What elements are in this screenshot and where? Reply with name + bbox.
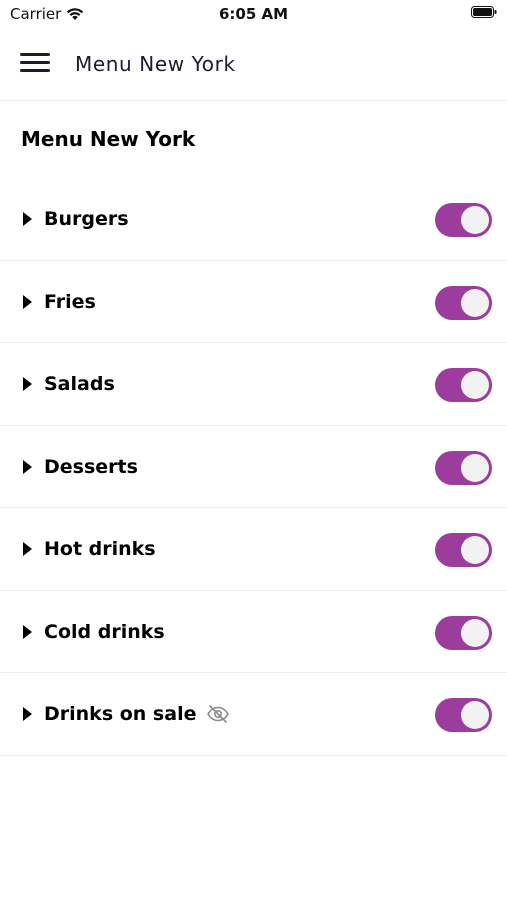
status-time: 6:05 AM	[218, 5, 289, 23]
eye-slash-icon	[207, 705, 230, 723]
caret-right-icon	[23, 542, 32, 556]
category-label: Burgers	[44, 208, 129, 230]
category-toggle[interactable]	[435, 203, 492, 237]
category-label: Salads	[44, 373, 115, 395]
hamburger-line-icon	[20, 69, 50, 72]
toggle-knob	[461, 453, 489, 482]
page-title: Menu New York	[21, 127, 196, 151]
caret-right-icon	[23, 377, 32, 391]
category-label: Hot drinks	[44, 538, 156, 560]
category-expander[interactable]: Desserts	[23, 426, 138, 508]
app-header: Menu New York	[0, 28, 507, 101]
caret-right-icon	[23, 707, 32, 721]
category-list: Burgers Fries Salads Desserts Hot drinks…	[0, 178, 507, 756]
category-row-desserts: Desserts	[0, 426, 507, 508]
hamburger-line-icon	[20, 53, 50, 56]
category-expander[interactable]: Hot drinks	[23, 508, 156, 590]
toggle-knob	[461, 288, 489, 317]
category-toggle[interactable]	[435, 615, 492, 650]
category-toggle[interactable]	[435, 698, 492, 732]
hamburger-menu-button[interactable]	[20, 51, 50, 75]
category-expander[interactable]: Burgers	[23, 178, 129, 260]
category-toggle[interactable]	[435, 450, 492, 485]
category-expander[interactable]: Salads	[23, 343, 115, 425]
category-toggle[interactable]	[435, 368, 492, 402]
status-bar: Carrier 6:05 AM	[0, 0, 507, 28]
toggle-knob	[461, 371, 489, 399]
caret-right-icon	[23, 212, 32, 226]
caret-right-icon	[23, 624, 32, 639]
category-row-cold-drinks: Cold drinks	[0, 591, 507, 673]
caret-right-icon	[23, 459, 32, 474]
header-title: Menu New York	[75, 52, 236, 76]
caret-right-icon	[23, 294, 32, 309]
category-label: Fries	[44, 290, 96, 313]
toggle-knob	[461, 618, 489, 647]
category-expander[interactable]: Drinks on sale	[23, 673, 230, 755]
category-row-burgers: Burgers	[0, 178, 507, 261]
category-expander[interactable]: Fries	[23, 261, 96, 343]
battery-icon	[471, 6, 497, 18]
toggle-knob	[461, 536, 489, 564]
category-label: Cold drinks	[44, 620, 165, 643]
category-row-hot-drinks: Hot drinks	[0, 508, 507, 591]
toggle-knob	[461, 701, 489, 729]
category-label: Desserts	[44, 455, 138, 478]
toggle-knob	[461, 206, 489, 234]
category-row-fries: Fries	[0, 261, 507, 343]
category-row-salads: Salads	[0, 343, 507, 426]
screen: Carrier 6:05 AM Menu New York Menu New Y…	[0, 0, 507, 900]
category-label: Drinks on sale	[44, 703, 197, 725]
hamburger-line-icon	[20, 61, 50, 64]
category-expander[interactable]: Cold drinks	[23, 591, 165, 673]
category-row-drinks-on-sale: Drinks on sale	[0, 673, 507, 756]
category-toggle[interactable]	[435, 285, 492, 320]
category-toggle[interactable]	[435, 533, 492, 567]
